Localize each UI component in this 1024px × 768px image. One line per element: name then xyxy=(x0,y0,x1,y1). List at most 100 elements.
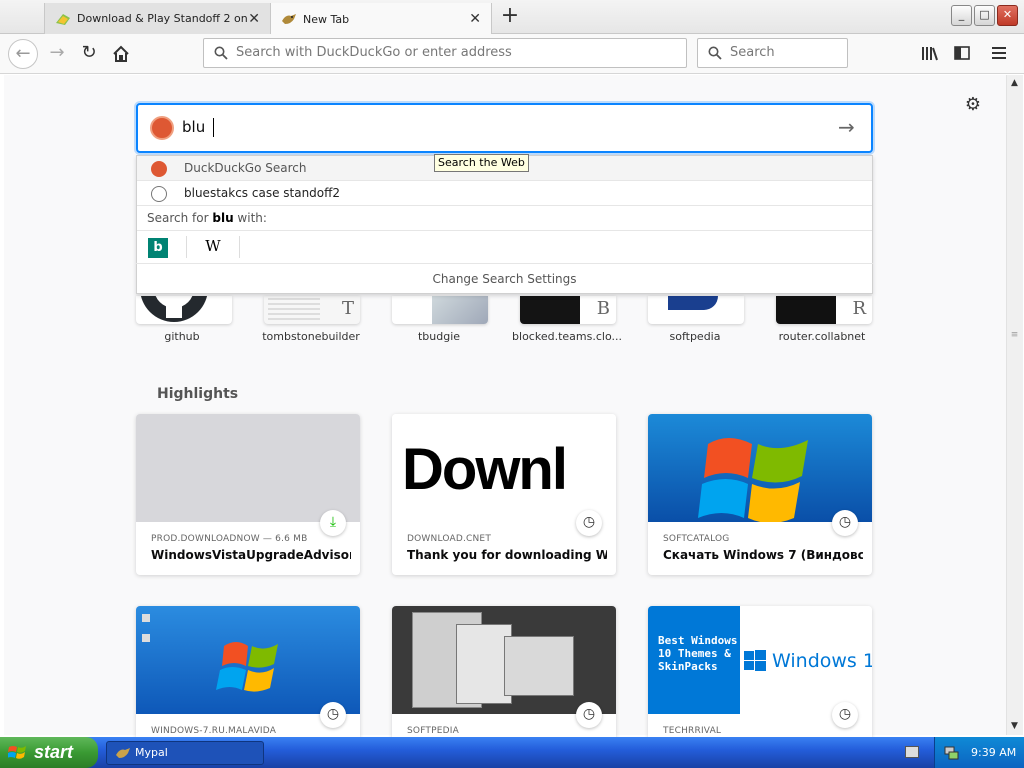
clock-icon: ◷ xyxy=(576,702,602,728)
taskbar-item-mypal[interactable]: Mypal xyxy=(106,741,264,765)
url-placeholder: Search with DuckDuckGo or enter address xyxy=(236,45,512,60)
suggestion-history-row[interactable]: bluestakcs case standoff2 xyxy=(137,181,872,206)
reload-button[interactable]: ↻ xyxy=(74,39,104,69)
card-source: SOFTCATALOG xyxy=(663,534,730,544)
windows-flag-icon xyxy=(8,746,26,759)
sidebar-button[interactable] xyxy=(953,44,971,66)
mypal-favicon-icon xyxy=(281,12,297,26)
newtab-search-input[interactable]: blu xyxy=(182,118,205,136)
highlight-card[interactable]: Downl ◷ DOWNLOAD.CNET Thank you for down… xyxy=(392,414,616,575)
customize-gear-icon[interactable]: ⚙ xyxy=(963,94,983,115)
card-thumbnail: Downl xyxy=(392,414,616,522)
clock-icon: ◷ xyxy=(832,510,858,536)
search-go-arrow-icon[interactable]: → xyxy=(838,115,855,139)
suggestion-text: bluestakcs case standoff2 xyxy=(184,186,341,200)
top-site-tile[interactable]: R xyxy=(776,296,872,324)
top-site-tile[interactable]: T xyxy=(264,296,360,324)
search-icon xyxy=(214,46,228,60)
text-caret xyxy=(213,118,214,137)
search-placeholder: Search xyxy=(730,45,775,60)
home-button[interactable] xyxy=(106,39,136,69)
network-icon[interactable] xyxy=(943,744,959,760)
scroll-up-icon[interactable]: ▲ xyxy=(1006,75,1023,92)
card-source: TECHRRIVAL xyxy=(663,726,722,736)
thumbnail-text: Windows 10 xyxy=(772,650,872,672)
card-thumbnail: Best Windows 10 Themes & SkinPacks Windo… xyxy=(648,606,872,714)
scrollbar-grip[interactable]: ≡ xyxy=(1009,330,1020,344)
top-site-label[interactable]: github xyxy=(118,330,246,343)
home-icon xyxy=(113,45,129,62)
vertical-scrollbar[interactable] xyxy=(1006,75,1023,735)
search-for-suffix: with: xyxy=(233,211,267,225)
card-source: WINDOWS-7.RU.MALAVIDA xyxy=(151,726,277,736)
url-bar[interactable]: Search with DuckDuckGo or enter address xyxy=(203,38,687,68)
change-search-settings-button[interactable]: Change Search Settings xyxy=(136,263,873,293)
suggestion-text: DuckDuckGo Search xyxy=(184,161,307,175)
tab-label: Download & Play Standoff 2 on PC xyxy=(77,12,247,25)
top-site-label[interactable]: softpedia xyxy=(631,330,759,343)
top-site-tile[interactable] xyxy=(648,296,744,324)
search-bar[interactable]: Search xyxy=(697,38,848,68)
menu-button[interactable] xyxy=(990,44,1008,66)
wikipedia-engine-button[interactable]: W xyxy=(200,232,226,260)
card-source: PROD.DOWNLOADNOW — 6.6 MB xyxy=(151,534,308,544)
card-thumbnail xyxy=(648,414,872,523)
new-tab-plus-icon[interactable]: + xyxy=(498,3,522,31)
github-logo-icon xyxy=(140,296,208,322)
highlight-card[interactable]: ◷ SOFTCATALOG Скачать Windows 7 (Виндовс… xyxy=(648,414,872,575)
bing-engine-button[interactable]: b xyxy=(148,238,168,258)
clock-icon: ◷ xyxy=(832,702,858,728)
tile-letter: B xyxy=(596,298,610,319)
browser-window: { "tabs": [ {"label": "Download & Play S… xyxy=(0,0,1024,768)
card-thumbnail xyxy=(136,414,360,522)
forward-button[interactable]: → xyxy=(42,39,72,69)
hamburger-menu-icon xyxy=(992,47,1006,59)
close-tab-icon[interactable]: ✕ xyxy=(469,11,481,27)
card-title: Thank you for downloading Win... xyxy=(407,548,607,562)
card-title: Скачать Windows 7 (Виндовс 7)... xyxy=(663,548,863,562)
clock: 9:39 AM xyxy=(971,746,1017,759)
thumbnail-text: Best Windows 10 Themes & SkinPacks xyxy=(658,634,738,673)
windows-7-logo-icon xyxy=(698,438,808,523)
tab-label: New Tab xyxy=(303,12,350,26)
top-site-label[interactable]: router.collabnet xyxy=(758,330,886,343)
tab-standoff[interactable]: Download & Play Standoff 2 on PC ✕ xyxy=(44,3,270,34)
top-site-tile[interactable] xyxy=(392,296,488,324)
scroll-down-icon[interactable]: ▼ xyxy=(1006,718,1023,735)
maximize-button[interactable]: □ xyxy=(974,5,995,26)
top-site-label[interactable]: blocked.teams.clo... xyxy=(503,330,631,343)
card-thumbnail xyxy=(392,606,616,714)
download-icon: ⤓ xyxy=(320,510,346,536)
search-for-header: Search for blu with: xyxy=(137,206,872,231)
close-tab-icon[interactable]: ✕ xyxy=(248,11,260,27)
keyboard-icon[interactable] xyxy=(905,746,919,758)
highlight-card[interactable]: ⤓ PROD.DOWNLOADNOW — 6.6 MB WindowsVista… xyxy=(136,414,360,575)
newtab-search-box[interactable]: blu → xyxy=(136,103,873,153)
close-window-button[interactable]: ✕ xyxy=(997,5,1018,26)
search-icon xyxy=(708,46,722,60)
minimize-button[interactable]: _ xyxy=(951,5,972,26)
card-thumbnail xyxy=(136,606,360,714)
clock-icon: ◷ xyxy=(576,510,602,536)
tooltip: Search the Web xyxy=(434,154,529,172)
top-site-tile[interactable]: B xyxy=(520,296,616,324)
duckduckgo-icon xyxy=(151,161,167,177)
windows-7-desktop-icon xyxy=(142,614,278,692)
clock-icon: ◷ xyxy=(320,702,346,728)
back-button[interactable]: ← xyxy=(8,39,38,69)
thumbnail-text: Downl xyxy=(402,437,568,502)
library-icon xyxy=(922,47,938,61)
bluestacks-favicon-icon xyxy=(55,12,71,26)
top-site-label[interactable]: tombstonebuilder xyxy=(247,330,375,343)
system-tray: 9:39 AM xyxy=(934,737,1024,768)
top-site-label[interactable]: tbudgie xyxy=(375,330,503,343)
library-button[interactable] xyxy=(920,44,940,66)
search-for-prefix: Search for xyxy=(147,211,213,225)
top-site-tile[interactable] xyxy=(136,296,232,324)
tab-new-tab[interactable]: New Tab ✕ xyxy=(270,3,492,35)
highlights-title: Highlights xyxy=(157,386,239,402)
mypal-icon xyxy=(116,748,130,758)
sidebar-icon xyxy=(954,46,970,60)
card-source: DOWNLOAD.CNET xyxy=(407,534,492,544)
card-title: WindowsVistaUpgradeAdvisor.msi xyxy=(151,548,351,562)
